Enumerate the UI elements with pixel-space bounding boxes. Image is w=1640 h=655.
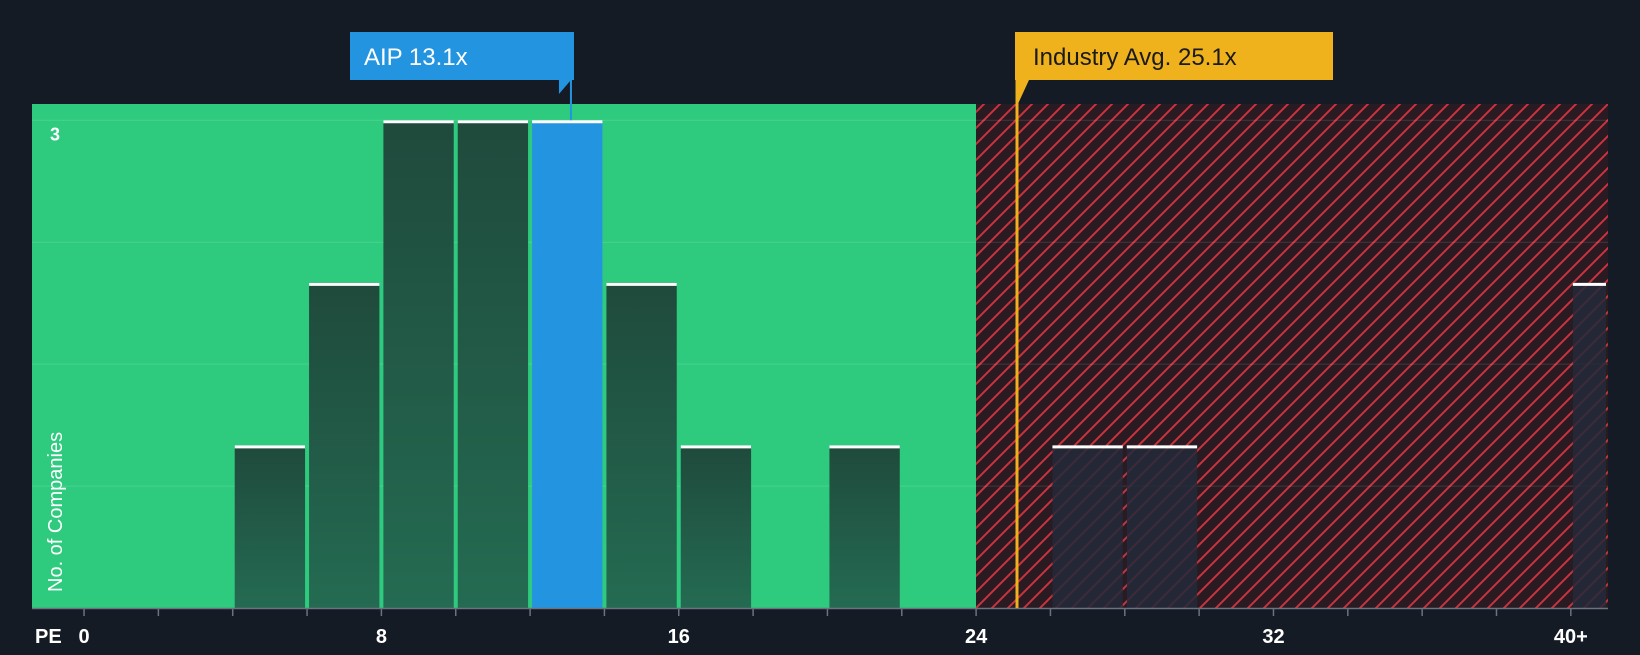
x-tick-label: 16 <box>668 626 690 648</box>
histogram-bar <box>680 445 752 608</box>
histogram-bar <box>829 445 900 608</box>
x-axis-label: PE <box>35 626 62 648</box>
company-bar <box>532 120 603 609</box>
x-tick-label: 8 <box>376 626 387 648</box>
histogram-bar <box>383 120 454 609</box>
x-tick-label: 40+ <box>1554 626 1588 648</box>
industry-avg-label: Industry Avg. 25.1x <box>1033 44 1237 71</box>
histogram-bar <box>309 282 380 608</box>
histogram-bar <box>234 445 306 608</box>
pe-distribution-chart: 0 8 16 24 32 40+ PE 3 No. of Companies AIP 13.1x… <box>0 0 1640 650</box>
histogram-bar <box>1052 445 1123 608</box>
histogram-bar <box>1572 282 1606 608</box>
x-tick-label: 32 <box>1262 626 1284 648</box>
chart-canvas: 0 8 16 24 32 40+ PE 3 No. of Companies AIP 13.1x… <box>32 32 1608 648</box>
histogram-bar <box>1126 445 1198 608</box>
histogram-bar <box>457 120 529 609</box>
y-tick-label: 3 <box>50 124 60 144</box>
histogram-bar <box>606 282 677 608</box>
x-tick-label: 24 <box>965 626 988 648</box>
y-axis-label: No. of Companies <box>45 432 67 592</box>
company-label: AIP 13.1x <box>364 44 468 71</box>
x-tick-label: 0 <box>78 626 89 648</box>
